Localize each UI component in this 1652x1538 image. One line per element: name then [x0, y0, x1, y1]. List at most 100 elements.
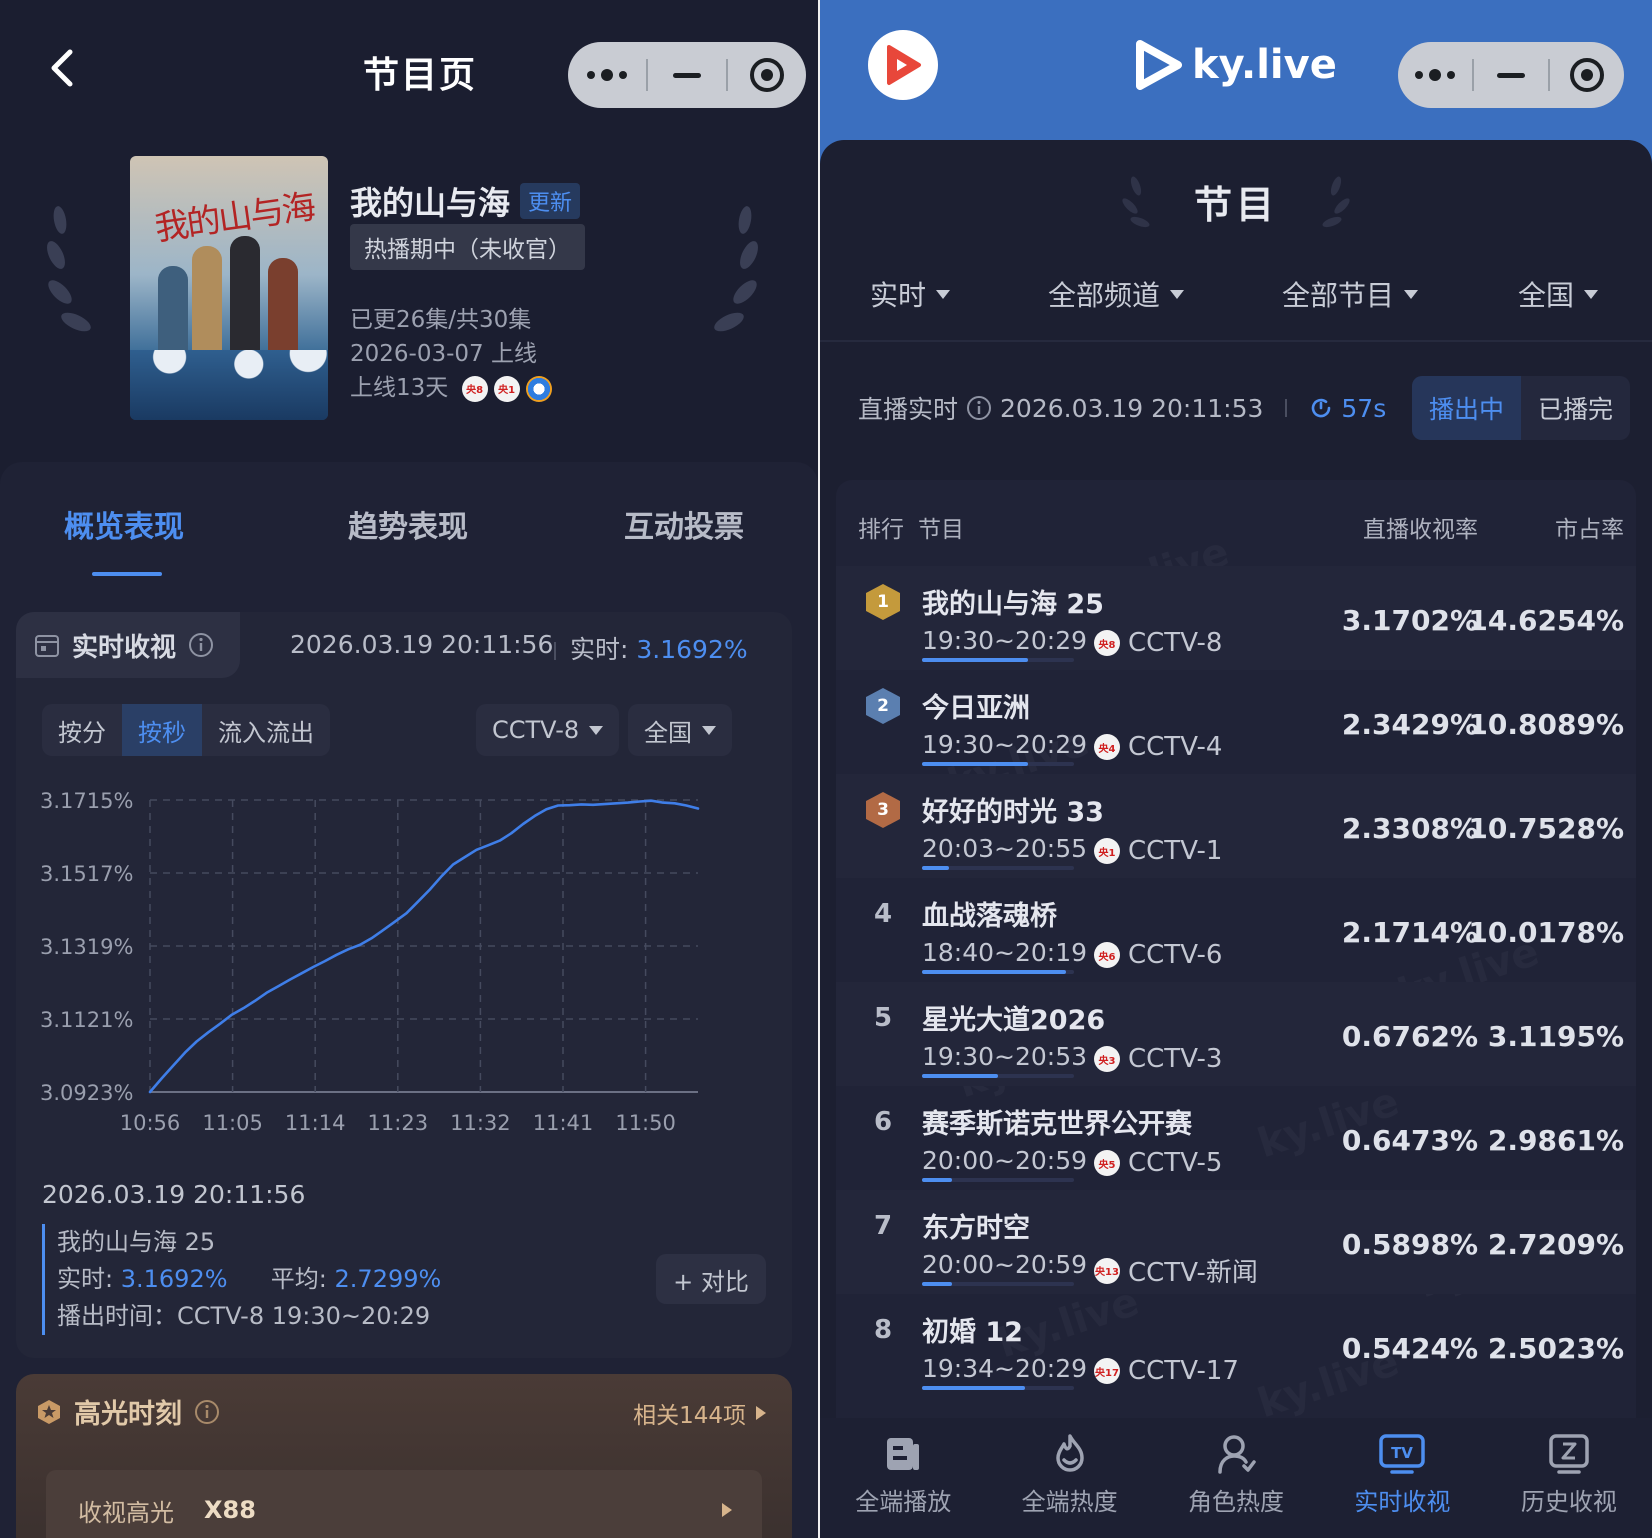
highlight-title: 高光时刻: [74, 1399, 182, 1430]
show-poster[interactable]: 我的山与海: [130, 156, 328, 420]
region-select[interactable]: 全国: [628, 704, 732, 756]
info-icon[interactable]: [188, 632, 214, 658]
rank-number: 1: [866, 584, 900, 620]
star-badge-icon: [38, 1399, 60, 1424]
table-row[interactable]: 3 好好的时光 33 20:03~20:55 央1 CCTV-1 2.3308% 10.75…: [836, 774, 1636, 878]
rank-number: 2: [866, 688, 900, 724]
tooltip-now-label: 实时:: [57, 1265, 114, 1293]
tab-overview[interactable]: 概览表现: [64, 502, 184, 546]
time-slot: 18:40~20:19: [922, 938, 1088, 967]
info-icon[interactable]: [966, 395, 992, 421]
close-app-button[interactable]: [728, 42, 806, 108]
table-row[interactable]: 2 今日亚洲 19:30~20:29 央4 CCTV-4 2.3429% 10.8089%: [836, 670, 1636, 774]
filter-channel[interactable]: 全部频道: [1048, 274, 1185, 314]
channel-name: CCTV-5: [1128, 1148, 1223, 1178]
switch-airing[interactable]: 播出中: [1412, 376, 1521, 440]
program-name[interactable]: 我的山与海 25: [922, 582, 1104, 621]
channel-select[interactable]: CCTV-8: [476, 704, 620, 756]
refresh-icon[interactable]: [1309, 396, 1333, 420]
x-tick-label: 11:05: [202, 1111, 263, 1132]
poster-waves: [130, 350, 328, 420]
segment-by-second[interactable]: 按秒: [122, 704, 202, 756]
filter-region[interactable]: 全国: [1518, 274, 1599, 314]
program-name[interactable]: 星光大道2026: [922, 998, 1105, 1037]
realtime-line-chart[interactable]: 3.1715% 3.1517% 3.1319% 3.1121% 3.0923% 10:56…: [16, 772, 792, 1132]
tooltip-values: 实时: 3.1692% 平均: 2.7299%: [57, 1261, 441, 1298]
header-rank: 排行: [858, 517, 904, 543]
info-icon[interactable]: [194, 1399, 220, 1425]
time-slot: 20:00~20:59: [922, 1250, 1088, 1279]
tab-trend[interactable]: 趋势表现: [348, 502, 468, 546]
market-share: 3.1195%: [1487, 1020, 1624, 1053]
channel-name: CCTV-新闻: [1128, 1258, 1258, 1288]
tooltip-airing: 播出时间：CCTV-8 19:30~20:29: [57, 1302, 431, 1330]
compare-button[interactable]: + 对比: [656, 1254, 766, 1304]
program-name[interactable]: 好好的时光 33: [922, 790, 1104, 829]
airing-progress-bar: [922, 1282, 1074, 1286]
target-icon: [1570, 58, 1604, 92]
table-row[interactable]: 5 星光大道2026 19:30~20:53 央3 CCTV-3 0.6762% 3.119…: [836, 982, 1636, 1086]
channel-logo: 央13: [1094, 1257, 1120, 1284]
channel: 央13 CCTV-新闻: [1094, 1252, 1258, 1289]
premiere-date: 2026-03-07 上线: [350, 341, 537, 367]
tab-all-heat[interactable]: 全端热度: [986, 1418, 1152, 1538]
y-tick-label: 3.0923%: [40, 1081, 133, 1105]
tab-realtime-rating-label: 实时收视: [1354, 1488, 1451, 1516]
market-share: 14.6254%: [1468, 604, 1624, 637]
tab-realtime-rating[interactable]: TV 实时收视: [1319, 1418, 1485, 1538]
live-rating: 0.5898%: [1341, 1228, 1478, 1261]
table-row[interactable]: 4 血战落魂桥 18:40~20:19 央6 CCTV-6 2.1714% 10.0178%: [836, 878, 1636, 982]
airing-progress-bar: [922, 1178, 1074, 1182]
channel-logo: 央6: [1094, 942, 1120, 968]
more-button[interactable]: [568, 42, 646, 108]
channel-name: CCTV-17: [1128, 1356, 1239, 1386]
table-row[interactable]: 8 初婚 12 19:34~20:29 央17 CCTV-17 0.5424% 2.5023…: [836, 1294, 1636, 1398]
highlight-related-link[interactable]: 相关144项: [633, 1396, 766, 1430]
close-app-button[interactable]: [1550, 42, 1624, 108]
market-share: 2.9861%: [1487, 1124, 1624, 1157]
update-badge: 更新: [520, 183, 581, 219]
program-name[interactable]: 东方时空: [922, 1206, 1030, 1245]
minimize-button[interactable]: [1474, 42, 1548, 108]
tooltip-program: 我的山与海 25: [57, 1228, 216, 1256]
tooltip-date: 2026.03.19 20:11:56: [42, 1180, 306, 1209]
filter-program[interactable]: 全部节目: [1282, 274, 1419, 314]
tab-role-heat[interactable]: 角色热度: [1153, 1418, 1319, 1538]
channel: 央5 CCTV-5: [1094, 1148, 1222, 1178]
switch-aired[interactable]: 已播完: [1521, 376, 1630, 440]
x-tick-label: 11:32: [450, 1111, 511, 1132]
highlight-item[interactable]: 收视高光 X88: [46, 1470, 762, 1538]
program-name[interactable]: 血战落魂桥: [922, 894, 1057, 933]
minimize-button[interactable]: [648, 42, 726, 108]
mini-program-capsule: [568, 42, 806, 108]
program-name[interactable]: 赛季斯诺克世界公开赛: [922, 1102, 1192, 1141]
more-button[interactable]: [1398, 42, 1472, 108]
segment-by-minute[interactable]: 按分: [42, 704, 122, 756]
channel-logos: 央8 央1: [461, 375, 552, 402]
table-row[interactable]: 6 赛季斯诺克世界公开赛 20:00~20:59 央5 CCTV-5 0.6473% 2.9…: [836, 1086, 1636, 1190]
time-slot: 19:30~20:29: [922, 730, 1088, 759]
channel-name: CCTV-3: [1128, 1044, 1223, 1074]
filter-time[interactable]: 实时: [870, 274, 951, 314]
program-name[interactable]: 初婚 12: [922, 1310, 1023, 1349]
tab-all-play-label: 全端播放: [855, 1488, 952, 1516]
program-name[interactable]: 今日亚洲: [922, 686, 1030, 725]
filter-bar: 实时 全部频道 全部节目 全国: [820, 274, 1652, 334]
tab-history-rating-label: 历史收视: [1520, 1488, 1617, 1516]
segment-flow[interactable]: 流入流出: [202, 704, 330, 756]
tab-all-play[interactable]: 全端播放: [820, 1418, 986, 1538]
refresh-countdown: 57s: [1341, 393, 1387, 423]
show-hero: 我的山与海 我的山与海 更新 热播期中（未收官） 已更26集/共30集 2026…: [0, 140, 818, 460]
tab-vote[interactable]: 互动投票: [624, 502, 744, 546]
table-row[interactable]: 7 东方时空 20:00~20:59 央13 CCTV-新闻 0.5898% 2.7209%: [836, 1190, 1636, 1294]
realtime-now-value: 3.1692%: [636, 635, 748, 664]
tab-history-rating[interactable]: 历史收视: [1486, 1418, 1652, 1538]
app-logo[interactable]: [868, 30, 938, 100]
ranking-panel: ky.live 节目 实时 全部频道 全部节目 全国 直播实时 2026.03.…: [820, 0, 1652, 1538]
highlight-item-value: X88: [204, 1496, 256, 1524]
table-row[interactable]: 1 我的山与海 25 19:30~20:29 央8 CCTV-8 3.1702% 14.62…: [836, 566, 1636, 670]
realtime-now-label: 实时:: [570, 635, 629, 664]
live-rating: 2.3308%: [1341, 812, 1478, 845]
market-share: 10.0178%: [1468, 916, 1624, 949]
region-select-value: 全国: [644, 718, 692, 747]
